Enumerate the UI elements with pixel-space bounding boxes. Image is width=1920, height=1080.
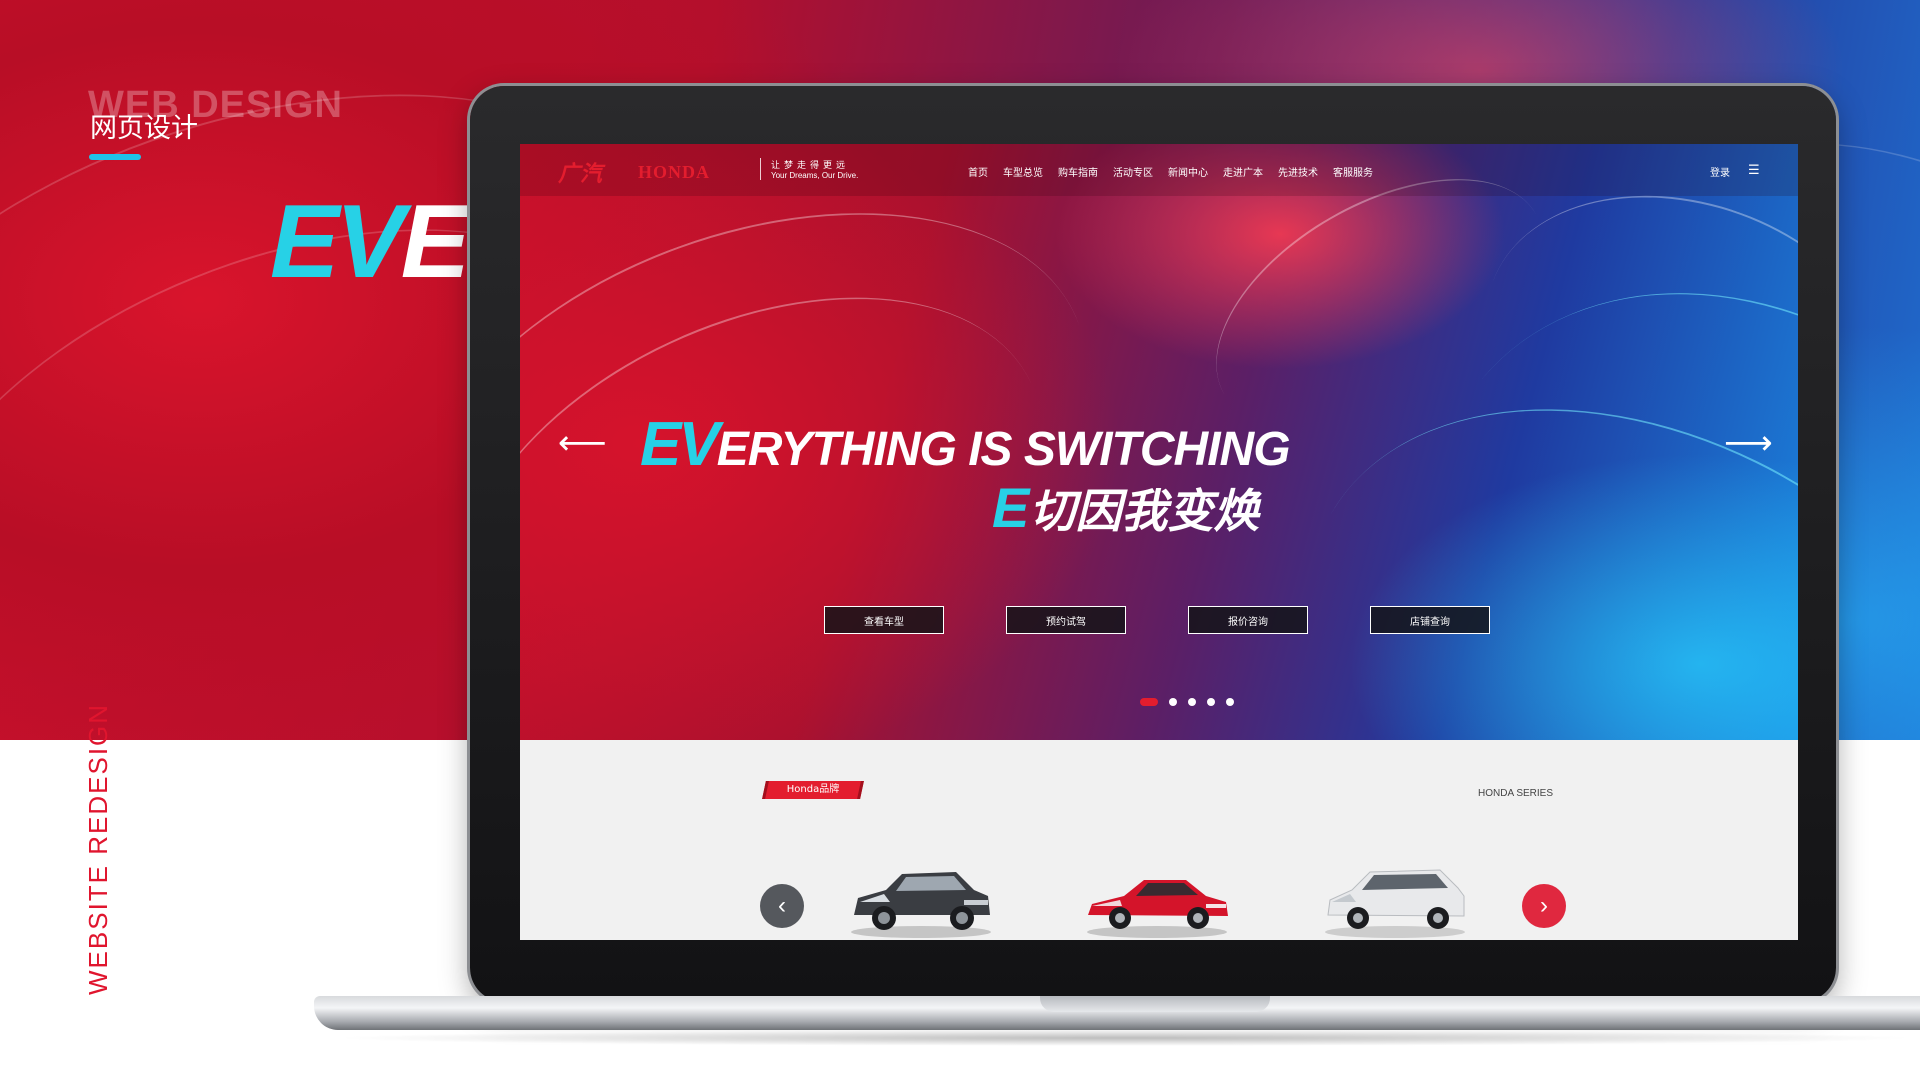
laptop-shadow xyxy=(330,1030,1920,1046)
honda-brand-tag-label: Honda品牌 xyxy=(786,784,840,795)
subheadline-e: E xyxy=(992,476,1030,539)
car-suv-image[interactable] xyxy=(846,860,996,940)
nav-item-models[interactable]: 车型总览 xyxy=(1003,164,1043,179)
gac-logo[interactable]: 广汽 xyxy=(558,156,602,188)
honda-brand-tag: Honda品牌 xyxy=(762,781,864,799)
carousel-dot[interactable] xyxy=(1188,698,1196,706)
logo-divider xyxy=(760,158,761,180)
login-link[interactable]: 登录 xyxy=(1710,164,1730,179)
car-sedan-image[interactable] xyxy=(1082,860,1232,940)
nav-item-events[interactable]: 活动专区 xyxy=(1113,164,1153,179)
hero-headline: EVERYTHING IS SWITCHING xyxy=(640,414,1291,476)
honda-logo[interactable]: HONDA xyxy=(638,162,710,183)
nav-item-buying-guide[interactable]: 购车指南 xyxy=(1058,164,1098,179)
carousel-dot[interactable] xyxy=(1226,698,1234,706)
nav-item-news[interactable]: 新闻中心 xyxy=(1168,164,1208,179)
nav-item-about[interactable]: 走进广本 xyxy=(1223,164,1263,179)
hero-subheadline: E切因我变焕 xyxy=(992,480,1259,536)
carousel-dot[interactable] xyxy=(1169,698,1177,706)
title-accent-bar xyxy=(89,154,141,160)
slogan-cn: 让梦走得更远 xyxy=(771,161,850,171)
website-redesign-label: WEBSITE REDESIGN xyxy=(83,702,113,995)
carousel-dot[interactable] xyxy=(1140,698,1158,706)
big-ev-text: EV xyxy=(270,184,405,300)
price-inquiry-button[interactable]: 报价咨询 xyxy=(1188,606,1308,634)
menu-icon[interactable]: ☰ xyxy=(1748,162,1760,178)
nav-item-home[interactable]: 首页 xyxy=(968,164,988,179)
honda-series-title: HONDA SERIES xyxy=(1478,788,1554,799)
headline-rest: ERYTHING IS SWITCHING xyxy=(716,423,1291,476)
big-ev-logotype: EVEI xyxy=(270,190,495,294)
laptop-notch xyxy=(1040,996,1270,1012)
nav-menu: 首页 车型总览 购车指南 活动专区 新闻中心 走进广本 先进技术 客服服务 xyxy=(968,164,1373,179)
web-design-title: 网页设计 xyxy=(90,113,198,144)
carousel-dot[interactable] xyxy=(1207,698,1215,706)
store-locator-button[interactable]: 店铺查询 xyxy=(1370,606,1490,634)
car-carousel-next-button[interactable]: › xyxy=(1522,884,1566,928)
site-navbar: 广汽 HONDA 让梦走得更远 Your Dreams, Our Drive. … xyxy=(520,144,1798,196)
hero-next-arrow-icon[interactable]: ⟶ xyxy=(1724,426,1773,460)
subheadline-rest: 切因我变焕 xyxy=(1029,484,1260,538)
book-test-drive-button[interactable]: 预约试驾 xyxy=(1006,606,1126,634)
car-mpv-image[interactable] xyxy=(1320,860,1470,940)
hero-buttons: 查看车型 预约试驾 报价咨询 店铺查询 xyxy=(824,606,1490,634)
view-models-button[interactable]: 查看车型 xyxy=(824,606,944,634)
car-carousel-prev-button[interactable]: ‹ xyxy=(760,884,804,928)
hero-prev-arrow-icon[interactable]: ⟵ xyxy=(558,426,607,460)
nav-item-technology[interactable]: 先进技术 xyxy=(1278,164,1318,179)
slogan-en: Your Dreams, Our Drive. xyxy=(771,171,859,180)
nav-item-service[interactable]: 客服服务 xyxy=(1333,164,1373,179)
carousel-dots xyxy=(1140,698,1234,706)
headline-ev: EV xyxy=(640,410,720,479)
laptop-screen: 广汽 HONDA 让梦走得更远 Your Dreams, Our Drive. … xyxy=(520,144,1798,940)
